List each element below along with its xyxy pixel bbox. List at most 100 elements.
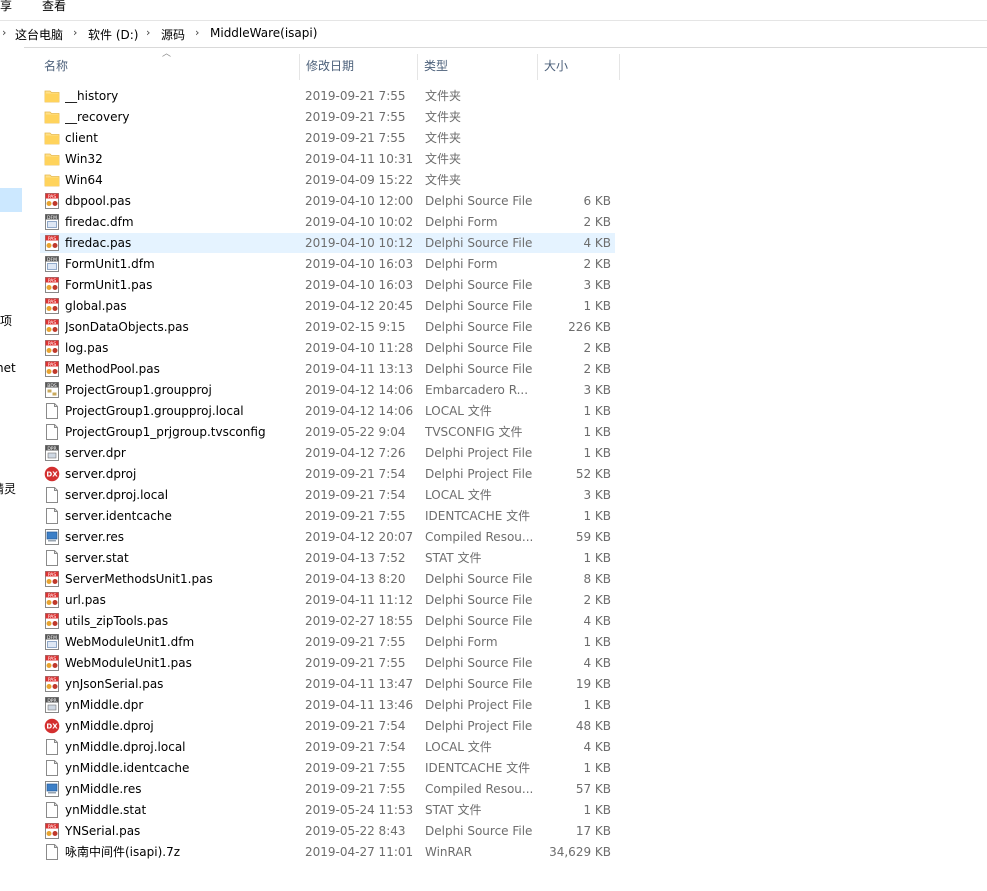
groupproj-file-icon: BDS (44, 382, 60, 398)
file-size: 1 KB (583, 803, 611, 817)
svg-text:PAS: PAS (48, 194, 57, 200)
file-name: WebModuleUnit1.pas (65, 656, 192, 670)
file-size: 17 KB (575, 824, 611, 838)
column-header-type[interactable]: 类型 (418, 54, 538, 80)
file-type: Delphi Source File (425, 341, 533, 355)
file-date-modified: 2019-04-10 10:02 (305, 215, 414, 229)
file-type: Delphi Project File (425, 719, 533, 733)
file-row[interactable]: BDS ProjectGroup1.groupproj 2019-04-12 14… (40, 380, 615, 400)
file-date-modified: 2019-04-11 10:31 (305, 152, 414, 166)
file-row[interactable]: ynMiddle.identcache 2019-09-21 7:55 IDENTC… (40, 758, 615, 778)
menu-view[interactable]: 查看 (42, 0, 66, 14)
nav-item-fragment[interactable]: 项 (0, 312, 12, 329)
file-row[interactable]: DPR ynMiddle.dpr 2019-04-11 13:46 Delphi P… (40, 695, 615, 715)
breadcrumb-separator-icon[interactable]: › (73, 26, 77, 39)
file-row[interactable]: PAS log.pas 2019-04-10 11:28 Delphi Source… (40, 338, 615, 358)
file-row[interactable]: PAS ServerMethodsUnit1.pas 2019-04-13 8:2… (40, 569, 615, 589)
file-row[interactable]: __recovery 2019-09-21 7:55 文件夹 (40, 107, 615, 127)
file-row[interactable]: PAS JsonDataObjects.pas 2019-02-15 9:15 De… (40, 317, 615, 337)
file-row[interactable]: PAS YNSerial.pas 2019-05-22 8:43 Delphi So… (40, 821, 615, 841)
file-name: log.pas (65, 341, 109, 355)
file-size: 48 KB (575, 719, 611, 733)
file-date-modified: 2019-04-09 15:22 (305, 173, 414, 187)
file-name: Win32 (65, 152, 103, 166)
file-size: 226 KB (568, 320, 611, 334)
navigation-pane: 项 net 精灵 (0, 47, 24, 891)
file-row[interactable]: server.res 2019-04-12 20:07 Compiled Resou… (40, 527, 615, 547)
file-date-modified: 2019-04-27 11:01 (305, 845, 414, 859)
file-type: Delphi Source File (425, 278, 533, 292)
file-size: 4 KB (583, 614, 611, 628)
file-row[interactable]: 咏南中间件(isapi).7z 2019-04-27 11:01 WinRAR 34,… (40, 842, 615, 862)
file-row[interactable]: PAS global.pas 2019-04-12 20:45 Delphi Sou… (40, 296, 615, 316)
file-row[interactable]: PAS url.pas 2019-04-11 11:12 Delphi Source… (40, 590, 615, 610)
breadcrumb-drive-d[interactable]: 软件 (D:) (88, 26, 138, 43)
file-size: 3 KB (583, 278, 611, 292)
file-row[interactable]: DFM FormUnit1.dfm 2019-04-10 16:03 Delphi … (40, 254, 615, 274)
file-row[interactable]: client 2019-09-21 7:55 文件夹 (40, 128, 615, 148)
file-name: server.stat (65, 551, 129, 565)
file-row[interactable]: DX server.dproj 2019-09-21 7:54 Delphi Pro… (40, 464, 615, 484)
breadcrumb-separator-icon[interactable]: › (195, 26, 199, 39)
file-row[interactable]: PAS dbpool.pas 2019-04-10 12:00 Delphi Sou… (40, 191, 615, 211)
file-row[interactable]: ynMiddle.res 2019-09-21 7:55 Compiled Reso… (40, 779, 615, 799)
breadcrumb-separator-icon[interactable]: › (2, 26, 6, 39)
file-type: Delphi Form (425, 635, 498, 649)
pas-file-icon: PAS (44, 319, 60, 335)
breadcrumb-this-pc[interactable]: 这台电脑 (15, 26, 63, 43)
file-size: 34,629 KB (549, 845, 611, 859)
file-type: IDENTCACHE 文件 (425, 509, 531, 523)
file-size: 1 KB (583, 404, 611, 418)
file-row[interactable]: DFM firedac.dfm 2019-04-10 10:02 Delphi Fo… (40, 212, 615, 232)
breadcrumb-current-folder[interactable]: MiddleWare(isapi) (210, 26, 317, 40)
pas-file-icon: PAS (44, 235, 60, 251)
menu-share[interactable]: 享 (0, 0, 12, 14)
file-date-modified: 2019-04-10 11:28 (305, 341, 414, 355)
file-row[interactable]: server.identcache 2019-09-21 7:55 IDENTCAC… (40, 506, 615, 526)
column-header-name[interactable]: 名称 (38, 54, 300, 80)
svg-text:PAS: PAS (48, 299, 57, 305)
file-row[interactable]: PAS ynJsonSerial.pas 2019-04-11 13:47 Delp… (40, 674, 615, 694)
file-name: ynMiddle.res (65, 782, 142, 796)
breadcrumb-separator-icon[interactable]: › (146, 26, 150, 39)
file-row[interactable]: PAS firedac.pas 2019-04-10 10:12 Delphi So… (40, 233, 615, 253)
file-row[interactable]: DX ynMiddle.dproj 2019-09-21 7:54 Delphi P… (40, 716, 615, 736)
file-row[interactable]: server.stat 2019-04-13 7:52 STAT 文件 1 KB (40, 548, 615, 568)
column-header-date[interactable]: 修改日期 (300, 54, 418, 80)
file-row[interactable]: ynMiddle.dproj.local 2019-09-21 7:54 LOCAL… (40, 737, 615, 757)
nav-selected-item[interactable] (0, 188, 22, 212)
file-date-modified: 2019-04-10 12:00 (305, 194, 414, 208)
folder-icon (44, 130, 60, 146)
file-row[interactable]: PAS utils_zipTools.pas 2019-02-27 18:55 De… (40, 611, 615, 631)
file-row[interactable]: PAS FormUnit1.pas 2019-04-10 16:03 Delphi … (40, 275, 615, 295)
pas-file-icon: PAS (44, 361, 60, 377)
file-name: ynMiddle.stat (65, 803, 147, 817)
file-row[interactable]: PAS WebModuleUnit1.pas 2019-09-21 7:55 Del… (40, 653, 615, 673)
file-date-modified: 2019-09-21 7:54 (305, 467, 406, 481)
file-size: 4 KB (583, 236, 611, 250)
file-name: server.identcache (65, 509, 172, 523)
file-row[interactable]: server.dproj.local 2019-09-21 7:54 LOCAL 文… (40, 485, 615, 505)
svg-text:BDS: BDS (47, 383, 57, 389)
file-row[interactable]: Win64 2019-04-09 15:22 文件夹 (40, 170, 615, 190)
file-name: ynMiddle.dproj (65, 719, 154, 733)
file-row[interactable]: DFM WebModuleUnit1.dfm 2019-09-21 7:55 Del… (40, 632, 615, 652)
breadcrumb-source[interactable]: 源码 (161, 26, 185, 43)
nav-item-fragment[interactable]: net (0, 361, 16, 375)
svg-text:PAS: PAS (48, 572, 57, 578)
file-row[interactable]: ynMiddle.stat 2019-05-24 11:53 STAT 文件 1 KB (40, 800, 615, 820)
address-bar[interactable]: › 这台电脑 › 软件 (D:) › 源码 › MiddleWare(isapi… (0, 20, 987, 48)
file-row[interactable]: DPR server.dpr 2019-04-12 7:26 Delphi Proj… (40, 443, 615, 463)
file-row[interactable]: Win32 2019-04-11 10:31 文件夹 (40, 149, 615, 169)
file-row[interactable]: ProjectGroup1_prjgroup.tvsconfig 2019-05-… (40, 422, 615, 442)
file-row[interactable]: __history 2019-09-21 7:55 文件夹 (40, 86, 615, 106)
file-size: 2 KB (583, 341, 611, 355)
nav-item-fragment[interactable]: 精灵 (0, 480, 16, 497)
column-header-size[interactable]: 大小 (538, 54, 620, 80)
file-row[interactable]: PAS MethodPool.pas 2019-04-11 13:13 Delphi… (40, 359, 615, 379)
file-type: Compiled Resou... (425, 530, 534, 544)
file-name: MethodPool.pas (65, 362, 160, 376)
file-name: firedac.pas (65, 236, 132, 250)
file-date-modified: 2019-05-22 8:43 (305, 824, 406, 838)
file-row[interactable]: ProjectGroup1.groupproj.local 2019-04-12 … (40, 401, 615, 421)
